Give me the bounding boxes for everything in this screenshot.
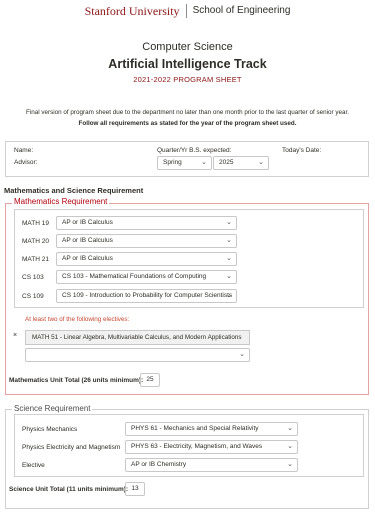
mathematics-requirement-legend: Mathematics Requirement (12, 197, 110, 206)
instruction-line-1: Final version of program sheet due to th… (25, 109, 350, 116)
course-code: MATH 21 (22, 256, 49, 263)
chevron-down-icon: ⌄ (258, 159, 264, 166)
year-select-value: 2025 (219, 159, 234, 166)
course-code: CS 109 (22, 293, 44, 300)
remove-elective-icon[interactable]: × (13, 332, 17, 339)
cs-103-select[interactable]: CS 103 - Mathematical Foundations of Com… (56, 270, 237, 284)
chevron-down-icon: ⌄ (226, 255, 232, 262)
chevron-down-icon: ⌄ (226, 273, 232, 280)
physics-em-value: PHYS 63 - Electricity, Magnetism, and Wa… (131, 443, 263, 450)
math-21-value: AP or IB Calculus (62, 255, 113, 262)
quarter-label: Quarter/Yr B.S. expected: (157, 147, 232, 154)
physics-mechanics-select[interactable]: PHYS 61 - Mechanics and Special Relativi… (125, 422, 298, 436)
math-20-value: AP or IB Calculus (62, 237, 113, 244)
science-elective-value: AP or IB Chemistry (131, 461, 187, 468)
chevron-down-icon: ⌄ (226, 219, 232, 226)
course-code: MATH 20 (22, 238, 49, 245)
math-19-value: AP or IB Calculus (62, 219, 113, 226)
science-total-label: Science Unit Total (11 units minimum): (9, 486, 129, 493)
science-elective-select[interactable]: AP or IB Chemistry ⌄ (125, 458, 298, 472)
math-21-select[interactable]: AP or IB Calculus ⌄ (56, 252, 237, 266)
quarter-select[interactable]: Spring ⌄ (157, 156, 212, 170)
science-course-label: Physics Electricity and Magnetism (22, 444, 121, 451)
student-info-box: Name: Advisor: Quarter/Yr B.S. expected:… (5, 141, 369, 177)
elective-select[interactable]: ⌄ (25, 348, 250, 362)
math-19-select[interactable]: AP or IB Calculus ⌄ (56, 216, 237, 230)
track-title: Artificial Intelligence Track (108, 57, 267, 71)
page-titles: Computer Science Artificial Intelligence… (0, 41, 375, 84)
selected-elective-tag[interactable]: MATH 51 - Linear Algebra, Multivariable … (25, 330, 250, 345)
cs-109-select[interactable]: CS 109 - Introduction to Probability for… (56, 289, 237, 303)
course-code: MATH 19 (22, 220, 49, 227)
science-course-label: Physics Mechanics (22, 426, 78, 433)
program-sheet-year: 2021-2022 PROGRAM SHEET (133, 75, 242, 84)
school-name[interactable]: School of Engineering (187, 4, 291, 18)
electives-note: At least two of the following electives: (25, 316, 130, 323)
chevron-down-icon: ⌄ (226, 237, 232, 244)
math-total-field[interactable]: 25 (140, 373, 160, 387)
science-course-label: Elective (22, 462, 45, 469)
advisor-label: Advisor: (14, 159, 38, 166)
science-total-field[interactable]: 13 (125, 482, 145, 496)
instruction-line-2: Follow all requirements as stated for th… (78, 120, 297, 127)
science-requirement-legend: Science Requirement (12, 404, 93, 413)
chevron-down-icon: ⌄ (287, 425, 293, 432)
name-label: Name: (14, 147, 34, 154)
physics-mechanics-value: PHYS 61 - Mechanics and Special Relativi… (131, 425, 259, 432)
math-total-label: Mathematics Unit Total (26 units minimum… (9, 377, 144, 384)
site-header: Stanford University School of Engineerin… (0, 0, 375, 22)
math-science-section-title: Mathematics and Science Requirement (4, 186, 144, 195)
year-select[interactable]: 2025 ⌄ (213, 156, 269, 170)
university-logo-text[interactable]: Stanford University (85, 4, 187, 18)
instructions: Final version of program sheet due to th… (0, 107, 375, 129)
course-code: CS 103 (22, 274, 44, 281)
math-20-select[interactable]: AP or IB Calculus ⌄ (56, 234, 237, 248)
chevron-down-icon: ⌄ (287, 461, 293, 468)
chevron-down-icon: ⌄ (201, 159, 207, 166)
chevron-down-icon: ⌄ (226, 292, 232, 299)
cs-103-value: CS 103 - Mathematical Foundations of Com… (62, 273, 207, 280)
chevron-down-icon: ⌄ (287, 443, 293, 450)
department-title: Computer Science (142, 41, 233, 53)
chevron-down-icon: ⌄ (239, 351, 245, 358)
quarter-select-value: Spring (163, 159, 182, 166)
date-label: Today's Date: (282, 147, 322, 154)
cs-109-value: CS 109 - Introduction to Probability for… (62, 292, 233, 299)
physics-em-select[interactable]: PHYS 63 - Electricity, Magnetism, and Wa… (125, 440, 298, 454)
